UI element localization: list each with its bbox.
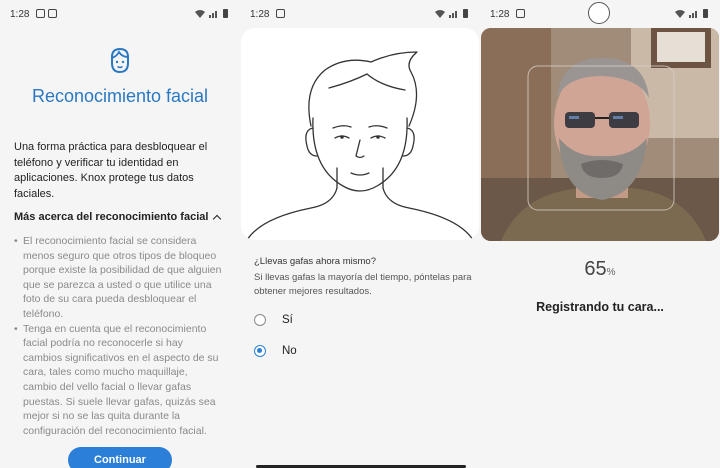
front-camera-cutout: [588, 2, 610, 24]
wifi-icon: [675, 10, 685, 18]
bullet-dot: •: [14, 322, 18, 335]
status-bar: 1:28: [0, 0, 240, 28]
status-time: 1:28: [490, 9, 510, 20]
notification-icon: [276, 9, 285, 20]
bullet-dot: •: [14, 235, 18, 247]
panel-registering: 1:28 65% Registrando tu cara...: [480, 0, 720, 468]
progress-unit: %: [606, 267, 616, 278]
list-item-text: Tenga en cuenta que el reconocimiento fa…: [23, 322, 219, 437]
signal-icon: [209, 9, 219, 18]
glasses-question: ¿Llevas gafas ahora mismo?: [254, 256, 376, 267]
continue-button[interactable]: Continuar: [68, 447, 172, 468]
intro-text: Una forma práctica para desbloquear el t…: [14, 141, 208, 200]
info-list: • El reconocimiento facial se considera …: [14, 234, 222, 438]
glasses-hint: Si llevas gafas la mayoría del tiempo, p…: [254, 272, 472, 297]
progress-readout: 65%: [480, 258, 720, 281]
signal-icon: [449, 9, 459, 18]
wifi-icon: [195, 10, 205, 18]
camera-preview: [481, 28, 719, 241]
option-no-label: No: [282, 345, 297, 357]
panel-intro: 1:28 Reconocimiento facial Una forma prá…: [0, 0, 240, 468]
camera-face-image: [481, 28, 719, 241]
list-item: • El reconocimiento facial se considera …: [14, 234, 222, 322]
system-icons: [195, 9, 228, 18]
wifi-icon: [435, 10, 445, 18]
page-title: Reconocimiento facial: [31, 86, 209, 106]
progress-value: 65: [584, 258, 607, 280]
option-yes[interactable]: Sí: [254, 314, 293, 326]
battery-icon: [703, 9, 708, 18]
status-bar: 1:28: [480, 0, 720, 28]
image-notification-icon: [48, 9, 57, 20]
option-no[interactable]: No: [254, 345, 297, 357]
registering-status: Registrando tu cara...: [536, 300, 664, 314]
face-illustration: [241, 28, 479, 240]
battery-icon: [223, 9, 228, 18]
face-icon: [111, 47, 129, 74]
more-info-toggle[interactable]: Más acerca del reconocimiento facial: [14, 211, 222, 223]
notification-icon: [36, 9, 45, 20]
status-bar: 1:28: [240, 0, 480, 28]
status-time: 1:28: [10, 9, 30, 20]
face-sketch-icon: [246, 51, 474, 240]
notification-icon: [516, 9, 525, 20]
list-item: • Tenga en cuenta que el reconocimiento …: [14, 322, 222, 439]
system-icons: [675, 9, 708, 18]
status-time: 1:28: [250, 9, 270, 20]
battery-icon: [463, 9, 468, 18]
signal-icon: [689, 9, 699, 18]
chevron-up-icon: [213, 214, 222, 223]
system-icons: [435, 9, 468, 18]
more-info-label: Más acerca del reconocimiento facial: [14, 211, 209, 223]
radio-yes[interactable]: [254, 314, 266, 326]
radio-no[interactable]: [254, 345, 266, 357]
option-yes-label: Sí: [282, 314, 293, 326]
list-item-text: El reconocimiento facial se considera me…: [23, 235, 222, 320]
